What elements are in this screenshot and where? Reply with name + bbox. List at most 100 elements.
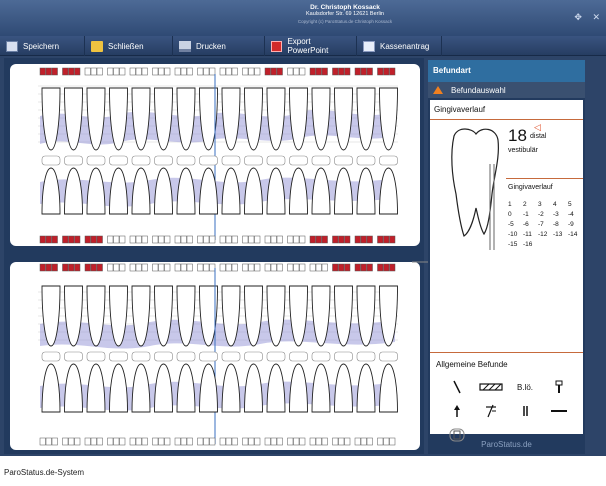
gingiva-value[interactable]: -3 [553, 210, 568, 220]
occlusal-surface[interactable] [109, 351, 128, 362]
tooth[interactable] [86, 363, 106, 413]
occlusal-surface[interactable] [154, 351, 173, 362]
horizontal-line-icon[interactable] [542, 404, 576, 418]
gingiva-value[interactable]: -11 [523, 230, 538, 240]
gingiva-value[interactable]: -16 [523, 240, 538, 250]
tooth[interactable] [131, 167, 151, 215]
tooth[interactable] [244, 363, 263, 413]
gingiva-value[interactable]: 1 [508, 200, 523, 210]
gingiva-value[interactable]: -10 [508, 230, 523, 240]
tooth[interactable] [176, 167, 196, 215]
tooth[interactable] [221, 87, 241, 151]
lower-occlusal-row[interactable] [41, 351, 398, 362]
tooth[interactable] [289, 363, 308, 413]
export-powerpoint-button[interactable]: Export PowerPoint [265, 36, 357, 56]
tooth[interactable] [334, 363, 353, 413]
tooth[interactable] [311, 167, 331, 215]
arrow-up-icon[interactable] [440, 404, 474, 418]
occlusal-surface[interactable] [289, 155, 308, 166]
occlusal-surface[interactable] [199, 351, 218, 362]
occlusal-surface[interactable] [356, 155, 376, 166]
tooth[interactable] [221, 167, 241, 215]
gingiva-value[interactable]: -1 [523, 210, 538, 220]
occlusal-surface[interactable] [176, 351, 196, 362]
tooth-diagram-icon[interactable] [444, 124, 504, 254]
occlusal-surface[interactable] [41, 351, 61, 362]
close-window-icon[interactable]: ✕ [592, 12, 600, 22]
tooth[interactable] [64, 363, 83, 413]
tooth[interactable] [154, 363, 173, 413]
tooth[interactable] [41, 167, 61, 215]
befundauswahl-dropdown[interactable]: Befundauswahl [428, 82, 585, 98]
kassenantrag-button[interactable]: Kassenantrag [357, 36, 442, 56]
gingiva-value[interactable]: -7 [538, 220, 553, 230]
gingiva-value[interactable]: 4 [553, 200, 568, 210]
occlusal-surface[interactable] [131, 351, 151, 362]
tooth[interactable] [334, 167, 353, 215]
move-icon[interactable]: ✥ [574, 12, 582, 22]
occlusal-surface[interactable] [86, 155, 106, 166]
occlusal-surface[interactable] [221, 155, 241, 166]
tooth[interactable] [244, 87, 263, 151]
occlusal-surface[interactable] [176, 155, 196, 166]
gingiva-value[interactable]: -8 [553, 220, 568, 230]
occlusal-surface[interactable] [199, 155, 218, 166]
occlusal-surface[interactable] [334, 351, 353, 362]
occlusal-surface[interactable] [266, 155, 286, 166]
tooth[interactable] [356, 87, 376, 151]
tooth[interactable] [131, 363, 151, 413]
occlusal-surface[interactable] [266, 351, 286, 362]
tooth[interactable] [356, 167, 376, 215]
tooth[interactable] [356, 363, 376, 413]
crossed-tooth-icon[interactable] [474, 404, 508, 418]
occlusal-surface[interactable] [154, 155, 173, 166]
tooth[interactable] [266, 363, 286, 413]
tooth[interactable] [64, 167, 83, 215]
occlusal-surface[interactable] [64, 351, 83, 362]
tooth[interactable] [176, 363, 196, 413]
implant-icon[interactable] [542, 380, 576, 394]
tooth[interactable] [131, 87, 151, 151]
gingiva-value[interactable]: -2 [538, 210, 553, 220]
occlusal-surface[interactable] [109, 155, 128, 166]
bridge-icon[interactable] [474, 380, 508, 394]
gingiva-value[interactable]: 0 [508, 210, 523, 220]
gingiva-value[interactable]: 5 [568, 200, 583, 210]
gingiva-value[interactable]: -5 [508, 220, 523, 230]
gingiva-value[interactable]: -4 [568, 210, 583, 220]
tooth[interactable] [86, 167, 106, 215]
gingiva-value[interactable]: -13 [553, 230, 568, 240]
lower-jaw-chart[interactable] [10, 262, 420, 450]
occlusal-surface[interactable] [289, 351, 308, 362]
tooth[interactable] [154, 167, 173, 215]
gingiva-value[interactable]: 3 [538, 200, 553, 210]
tooth[interactable] [266, 167, 286, 215]
tooth[interactable] [334, 87, 353, 151]
occlusal-surface[interactable] [379, 155, 398, 166]
occlusal-surface[interactable] [244, 155, 263, 166]
occlusal-surface[interactable] [379, 351, 398, 362]
tooth[interactable] [289, 167, 308, 215]
tooth[interactable] [379, 167, 398, 215]
bloe-label[interactable]: B.lö. [508, 380, 542, 394]
occlusal-surface[interactable] [41, 155, 61, 166]
tooth[interactable] [109, 167, 128, 215]
tooth[interactable] [41, 363, 61, 413]
lower-jaw-panel[interactable] [10, 262, 420, 450]
tooth[interactable] [221, 363, 241, 413]
occlusal-surface[interactable] [311, 155, 331, 166]
save-button[interactable]: Speichern [0, 36, 85, 56]
occlusal-surface[interactable] [244, 351, 263, 362]
gingiva-value[interactable]: -9 [568, 220, 583, 230]
gingiva-value[interactable]: 2 [523, 200, 538, 210]
occlusal-surface[interactable] [64, 155, 83, 166]
occlusal-surface[interactable] [221, 351, 241, 362]
occlusal-surface[interactable] [334, 155, 353, 166]
tooth[interactable] [244, 167, 263, 215]
occlusal-surface[interactable] [86, 351, 106, 362]
tooth[interactable] [109, 363, 128, 413]
slash-icon[interactable] [440, 380, 474, 394]
print-button[interactable]: Drucken [173, 36, 265, 56]
gingiva-value[interactable]: -14 [568, 230, 583, 240]
upper-occlusal-row[interactable] [41, 155, 398, 166]
